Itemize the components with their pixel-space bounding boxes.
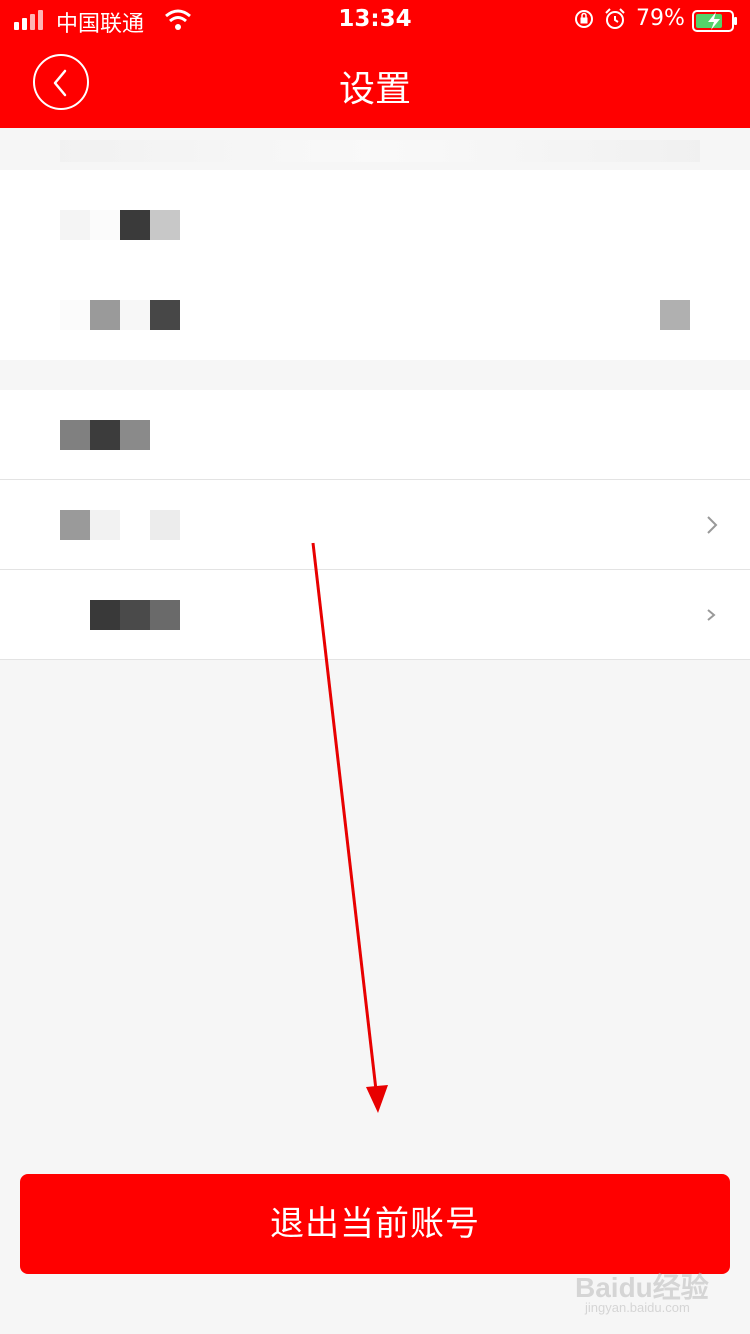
obscured-label — [60, 510, 180, 540]
annotation-arrow-icon — [311, 542, 388, 1113]
settings-row[interactable] — [0, 270, 750, 360]
obscured-label — [60, 420, 150, 450]
page-title: 设置 — [338, 69, 411, 110]
chevron-right-icon — [707, 609, 716, 621]
alarm-icon — [605, 8, 625, 29]
watermark-subtext: jingyan.baidu.com — [585, 1300, 690, 1315]
settings-row[interactable] — [0, 390, 750, 480]
obscured-label — [90, 600, 180, 630]
obscured-label — [60, 210, 180, 240]
obscured-value — [660, 300, 690, 330]
obscured-label — [60, 300, 180, 330]
status-bar: 中国联通 13:34 79% — [0, 0, 750, 40]
settings-group-account — [0, 170, 750, 360]
battery-percent: 79% — [636, 6, 685, 31]
battery-charging-icon — [692, 10, 737, 32]
settings-row[interactable] — [0, 180, 750, 270]
watermark: Baidu经验 jingyan.baidu.com — [575, 1254, 745, 1318]
blurred-region — [60, 140, 700, 162]
chevron-right-icon — [707, 516, 718, 534]
rotation-lock-icon — [575, 10, 593, 28]
app-header: 中国联通 13:34 79% 设置 — [0, 0, 750, 128]
